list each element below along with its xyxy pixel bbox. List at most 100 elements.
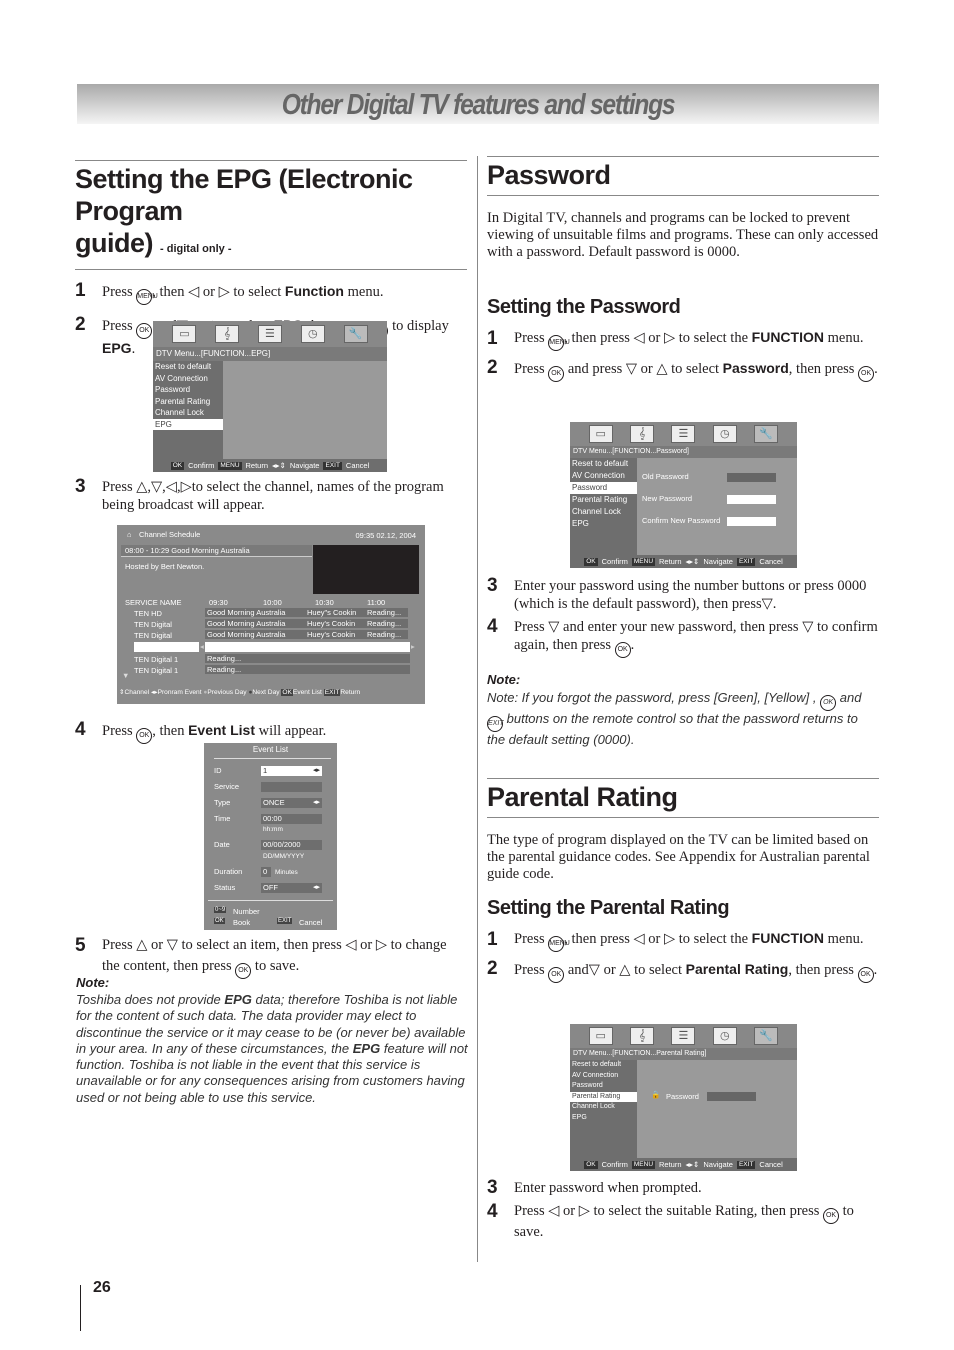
page-edge-bar (80, 1285, 81, 1331)
channel-schedule-screen: ⌂ Channel Schedule 09:35 02.12, 2004 08:… (117, 525, 425, 704)
parental-step-1: 1 Press MENU, then press ◁ or ▷ to selec… (487, 929, 864, 952)
menu-item-epg[interactable]: EPG (570, 518, 637, 530)
menu-item-password[interactable]: Password (153, 384, 223, 396)
menu-item-av-connection[interactable]: AV Connection (153, 373, 223, 385)
menu-item-reset[interactable]: Reset to default (570, 458, 637, 470)
video-preview (313, 545, 419, 594)
music-icon: 𝄞 (630, 425, 655, 443)
event-list-screen: Event List ID 1 ◂▸ Service Type ONCE ◂▸ Ti… (204, 743, 337, 930)
lock-icon: 🔒 (651, 1090, 661, 1099)
wrench-icon: 🔧 (754, 425, 779, 443)
menu-item-channel-lock[interactable]: Channel Lock (153, 407, 223, 419)
ok-button-icon: OK (548, 967, 565, 983)
menu-item-av-connection[interactable]: AV Connection (570, 470, 637, 482)
menu-item-password[interactable]: Password (570, 482, 637, 494)
menu-item-parental-rating[interactable]: Parental Rating (570, 1091, 637, 1102)
column-divider (477, 156, 478, 1262)
ok-button-icon: OK (857, 967, 874, 983)
date-field[interactable]: 00/00/2000 (261, 840, 322, 850)
menu-button-icon: MENU (136, 289, 158, 305)
clock-icon: ◷ (712, 1027, 737, 1045)
parental-password-field[interactable] (707, 1092, 756, 1101)
menu-item-parental-rating[interactable]: Parental Rating (153, 396, 223, 408)
music-icon: 𝄞 (630, 1027, 655, 1045)
menu-item-parental-rating[interactable]: Parental Rating (570, 494, 637, 506)
menu-item-reset[interactable]: Reset to default (570, 1060, 637, 1071)
menu-item-channel-lock[interactable]: Channel Lock (570, 1102, 637, 1113)
music-icon: 𝄞 (215, 325, 240, 343)
scroll-right-icon: ▸ (411, 642, 415, 651)
ok-button-icon: OK (614, 642, 631, 658)
digital-only-label: - digital only - (160, 243, 232, 255)
menu-item-epg[interactable]: EPG (153, 418, 223, 430)
selected-service-cell[interactable] (134, 642, 199, 652)
type-field[interactable]: ONCE ◂▸ (261, 798, 322, 808)
navigate-arrows-icon: ◂▸⇕ (685, 1160, 700, 1169)
schedule-icon: ⌂ (127, 530, 132, 539)
menu-item-av-connection[interactable]: AV Connection (570, 1071, 637, 1082)
schedule-row[interactable]: Reading... (205, 665, 410, 674)
parental-intro: The type of program displayed on the TV … (487, 832, 870, 882)
wrench-icon: 🔧 (343, 325, 368, 343)
parental-steps-3-4: 3 Enter password when prompted. 4 Press ◁ … (487, 1177, 854, 1240)
menu-item-reset[interactable]: Reset to default (153, 361, 223, 373)
tv-icon: ▭ (172, 325, 197, 343)
schedule-row[interactable]: Good Morning Australia Huey's Cookin Readi… (205, 619, 408, 628)
wrench-icon: 🔧 (754, 1027, 779, 1045)
password-step-1: 1 Press MENU, then press ◁ or ▷ to selec… (487, 328, 864, 351)
menu-footer: OK Confirm MENU Return ◂▸⇕ Navigate EXIT Can… (153, 459, 387, 472)
menu-item-password[interactable]: Password (570, 1081, 637, 1092)
schedule-footer: ⇕Channel ◂▸Pronram Event ●Previous Day ●… (119, 689, 361, 696)
ok-button-icon: OK (548, 366, 565, 382)
schedule-row[interactable]: Good Morning Australia Huey"s Cookin Readi… (205, 608, 408, 617)
status-field[interactable]: OFF ◂▸ (261, 883, 322, 893)
ok-button-icon: OK (820, 695, 837, 711)
old-password-field[interactable] (727, 473, 776, 482)
password-intro: In Digital TV, channels and programs can… (487, 210, 879, 260)
clock-icon: ◷ (300, 325, 325, 343)
divider (75, 269, 467, 270)
menu-pane (223, 361, 387, 459)
divider (75, 160, 467, 161)
left-right-arrow-icon: ◂▸ (312, 799, 320, 806)
dtv-menu-parental-screen: ▭ 𝄞 ☰ ◷ 🔧 DTV Menu...[FUNCTION...Parental Ra… (570, 1024, 797, 1171)
clock-icon: ◷ (712, 425, 737, 443)
password-step-2: 2 Press OK and press ▽ or △ to select Pa… (487, 358, 879, 382)
tv-icon: ▭ (588, 1027, 613, 1045)
new-password-field[interactable] (727, 495, 776, 504)
password-note: Note: If you forgot the password, press … (487, 690, 862, 747)
duration-field[interactable]: 0 (261, 867, 271, 877)
dtv-menu-epg-screen: ▭ 𝄞 ☰ ◷ 🔧 DTV Menu...[FUNCTION...EPG] Re… (153, 321, 387, 472)
scroll-left-icon: ◂ (200, 642, 204, 651)
password-section: Password In Digital TV, channels and pro… (487, 156, 879, 382)
ok-button-icon: OK (823, 1208, 840, 1224)
scrollbar-thumb[interactable]: ▼ (122, 671, 129, 680)
schedule-title: Channel Schedule (139, 530, 201, 539)
epg-note: Note: Toshiba does not provide EPG data;… (76, 975, 468, 1105)
menu-item-channel-lock[interactable]: Channel Lock (570, 506, 637, 518)
tv-icon: ▭ (588, 425, 613, 443)
menu-button-icon: MENU (548, 936, 570, 952)
exit-button-icon: EXIT (487, 716, 504, 732)
id-field[interactable]: 1 ◂▸ (261, 766, 322, 776)
schedule-datetime: 09:35 02.12, 2004 (355, 531, 416, 540)
epg-step-4: 4 Press OK, then Event List will appear. (75, 720, 467, 744)
settings-list-icon: ☰ (257, 325, 282, 343)
parental-step-2: 2 Press OK and▽ or △ to select Parental … (487, 959, 879, 983)
schedule-row[interactable]: Good Morning Australia Huey's Cookin Readi… (205, 630, 408, 639)
left-right-arrow-icon: ◂▸ (312, 767, 320, 774)
schedule-row[interactable]: Reading... (205, 654, 410, 663)
menu-button-icon: MENU (548, 335, 570, 351)
confirm-password-field[interactable] (727, 517, 776, 526)
page-number: 26 (93, 1279, 111, 1296)
ok-button-icon: OK (136, 323, 153, 339)
settings-list-icon: ☰ (671, 1027, 696, 1045)
event-list-title: Event List (252, 745, 289, 754)
time-field[interactable]: 00:00 (261, 814, 322, 824)
epg-step-1: 1 Press MENU, then ◁ or ▷ to select Func… (75, 281, 467, 305)
selected-program-row[interactable] (205, 642, 410, 652)
epg-step-5: 5 Press △ or ▽ to select an item, then p… (75, 936, 467, 979)
menu-item-epg[interactable]: EPG (570, 1113, 637, 1124)
service-field[interactable] (261, 782, 322, 792)
settings-list-icon: ☰ (671, 425, 696, 443)
